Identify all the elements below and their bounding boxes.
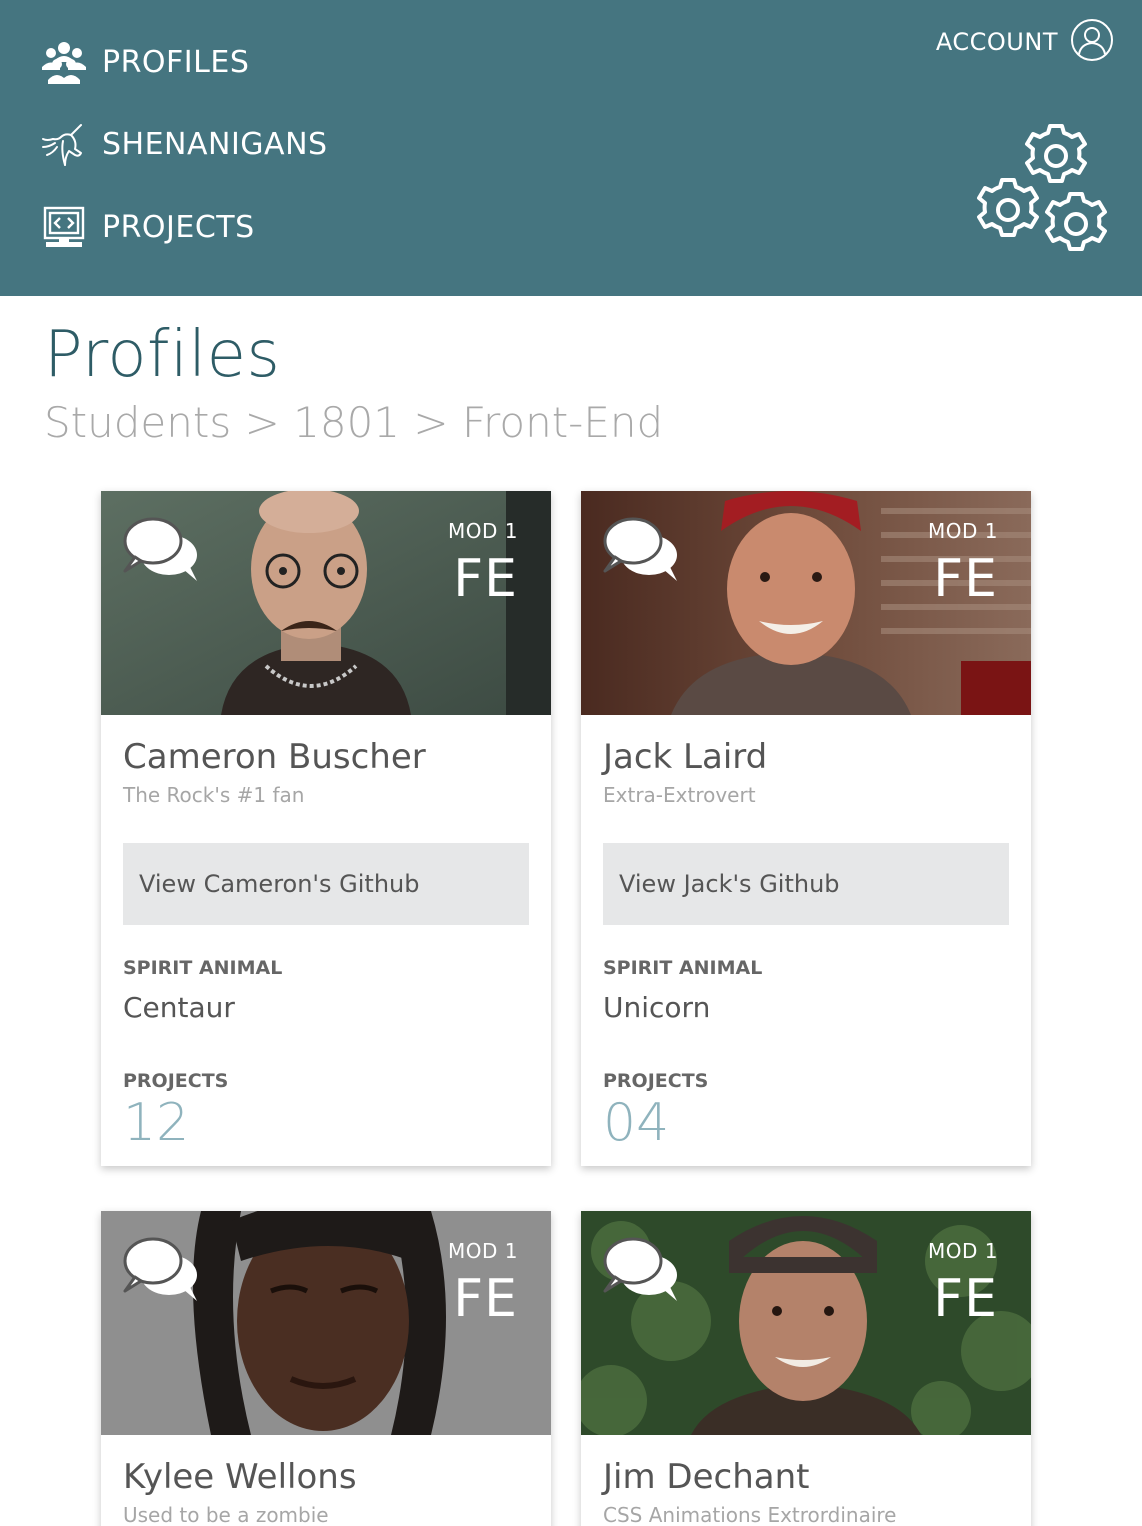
breadcrumb-program[interactable]: Front-End [462,398,663,447]
mod-label: MOD 1 [448,519,518,543]
mod-label: MOD 1 [448,1239,518,1263]
profile-name: Jack Laird [603,737,768,777]
profile-tagline: Extra-Extrovert [603,783,756,807]
spirit-animal-heading: SPIRIT ANIMAL [123,957,283,979]
projects-heading: PROJECTS [123,1070,229,1092]
chat-bubbles-icon[interactable] [601,1231,681,1305]
program-label: FE [453,549,518,609]
view-github-button[interactable]: View Cameron's Github [123,843,529,925]
program-label: FE [933,549,998,609]
spirit-animal-heading: SPIRIT ANIMAL [603,957,763,979]
profile-name: Cameron Buscher [123,737,426,777]
profile-photo: MOD 1 FE [101,491,551,715]
nav-label-profiles: PROFILES [102,44,250,80]
nav-item-profiles[interactable]: PROFILES [40,38,249,86]
profile-card: MOD 1 FE Jack Laird Extra-Extrovert View… [581,491,1031,1166]
profile-name: Jim Dechant [603,1457,810,1497]
projects-count: 04 [603,1093,670,1153]
program-label: FE [933,1269,998,1329]
unicorn-icon [40,120,88,168]
profile-card: MOD 1 FE Jim Dechant CSS Animations Extr… [581,1211,1031,1526]
profile-tagline: CSS Animations Extrordinaire [603,1503,897,1526]
chat-bubbles-icon[interactable] [121,1231,201,1305]
breadcrumb-students[interactable]: Students [44,398,231,447]
spirit-animal-value: Centaur [123,991,235,1024]
user-circle-icon [1070,18,1114,66]
mod-label: MOD 1 [928,519,998,543]
computer-code-icon [40,203,88,251]
breadcrumb-separator: > [244,398,280,447]
top-nav-bar: PROFILES SHENANIGANS PROJECTS ACCOUNT [0,0,1142,296]
nav-item-shenanigans[interactable]: SHENANIGANS [40,120,328,168]
profile-photo: MOD 1 FE [581,491,1031,715]
breadcrumb-separator: > [413,398,449,447]
program-label: FE [453,1269,518,1329]
chat-bubbles-icon[interactable] [121,511,201,585]
profile-card: MOD 1 FE Cameron Buscher The Rock's #1 f… [101,491,551,1166]
people-group-icon [40,38,88,86]
breadcrumb: Students > 1801 > Front-End [44,398,663,447]
spirit-animal-value: Unicorn [603,991,711,1024]
view-github-button[interactable]: View Jack's Github [603,843,1009,925]
nav-item-projects[interactable]: PROJECTS [40,203,255,251]
mod-label: MOD 1 [928,1239,998,1263]
profile-photo: MOD 1 FE [101,1211,551,1435]
gears-icon[interactable] [974,118,1114,264]
profile-tagline: Used to be a zombie [123,1503,329,1526]
nav-label-projects: PROJECTS [102,209,255,245]
profile-name: Kylee Wellons [123,1457,357,1497]
profile-tagline: The Rock's #1 fan [123,783,305,807]
account-label: ACCOUNT [935,28,1058,56]
page-title: Profiles [44,318,281,392]
projects-heading: PROJECTS [603,1070,709,1092]
nav-label-shenanigans: SHENANIGANS [102,126,328,162]
chat-bubbles-icon[interactable] [601,511,681,585]
profile-photo: MOD 1 FE [581,1211,1031,1435]
profile-card: MOD 1 FE Kylee Wellons Used to be a zomb… [101,1211,551,1526]
account-button[interactable]: ACCOUNT [936,18,1114,66]
breadcrumb-cohort[interactable]: 1801 [293,398,400,447]
projects-count: 12 [123,1093,190,1153]
